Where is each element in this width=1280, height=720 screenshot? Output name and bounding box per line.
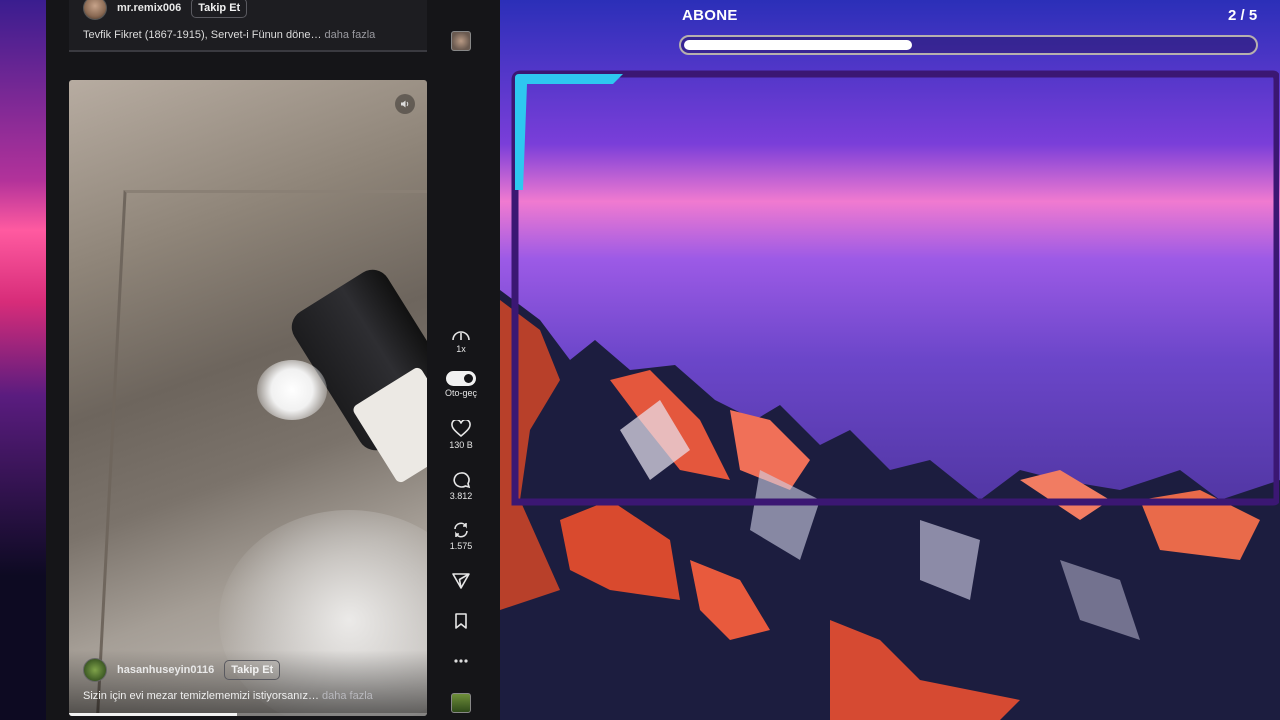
more-options-top[interactable]	[436, 0, 486, 2]
heart-icon[interactable]	[451, 420, 471, 438]
more-icon[interactable]	[451, 0, 471, 2]
background-left-sky	[0, 0, 48, 720]
author-name[interactable]: mr.remix006	[117, 2, 181, 14]
autoplay-toggle[interactable]: Oto-geç	[436, 371, 486, 398]
actions-column: 1x Oto-geç 130 B 3.812 1.575	[436, 0, 486, 720]
more-icon[interactable]	[451, 656, 471, 666]
thumbnail-image[interactable]	[451, 693, 471, 713]
post-card-previous[interactable]: mr.remix006 Takip Et Tevfik Fikret (1867…	[69, 0, 427, 52]
video-progress-fill	[69, 713, 238, 716]
quest-title: ABONE	[682, 7, 738, 24]
share-icon[interactable]	[451, 572, 471, 590]
video-player[interactable]: hasanhuseyin0116 Takip Et Sizin için evi…	[69, 80, 427, 716]
author-avatar[interactable]	[83, 0, 107, 20]
repost-icon[interactable]	[451, 521, 471, 539]
follow-button[interactable]: Takip Et	[224, 660, 281, 680]
post-caption: Tevfik Fikret (1867-1915), Servet-i Fünu…	[83, 29, 375, 41]
follow-button[interactable]: Takip Et	[191, 0, 248, 18]
next-thumbnail[interactable]	[436, 693, 486, 713]
speed-label: 1x	[456, 344, 466, 354]
video-caption: Sizin için evi mezar temizlememizi istiy…	[83, 690, 373, 702]
quest-progress-fill	[684, 40, 912, 50]
comment-button[interactable]: 3.812	[436, 471, 486, 501]
share-button[interactable]	[436, 572, 486, 590]
caption-text: Sizin için evi mezar temizlememizi istiy…	[83, 690, 319, 702]
repost-button[interactable]: 1.575	[436, 521, 486, 551]
like-button[interactable]: 130 B	[436, 420, 486, 450]
comment-icon[interactable]	[451, 471, 471, 489]
video-progress[interactable]	[69, 713, 427, 716]
autoplay-label: Oto-geç	[444, 388, 477, 398]
more-link[interactable]: daha fazla	[325, 29, 376, 41]
bookmark-icon[interactable]	[453, 612, 469, 630]
video-scene-foam-blob	[257, 360, 327, 420]
bookmark-button[interactable]	[436, 612, 486, 630]
speed-control[interactable]: 1x	[436, 328, 486, 354]
more-link[interactable]: daha fazla	[322, 690, 373, 702]
overlay-frame	[511, 70, 1279, 506]
author-name[interactable]: hasanhuseyin0116	[117, 664, 214, 676]
comment-count: 3.812	[449, 491, 473, 501]
quest-progress-bar	[679, 35, 1258, 55]
quest-count: 2 / 5	[1228, 7, 1258, 24]
video-author-row: hasanhuseyin0116 Takip Et	[83, 658, 281, 682]
toggle-switch[interactable]	[446, 371, 476, 386]
repost-count: 1.575	[449, 541, 473, 551]
author-avatar[interactable]	[83, 658, 107, 682]
speedometer-icon[interactable]	[451, 328, 471, 342]
caption-text: Tevfik Fikret (1867-1915), Servet-i Fünu…	[83, 29, 322, 41]
post-author-row: mr.remix006 Takip Et	[83, 0, 248, 20]
volume-icon[interactable]	[395, 94, 415, 114]
like-count: 130 B	[449, 440, 473, 450]
thumbnail-image[interactable]	[451, 31, 471, 51]
prev-thumbnail[interactable]	[436, 31, 486, 51]
more-options[interactable]	[436, 656, 486, 666]
